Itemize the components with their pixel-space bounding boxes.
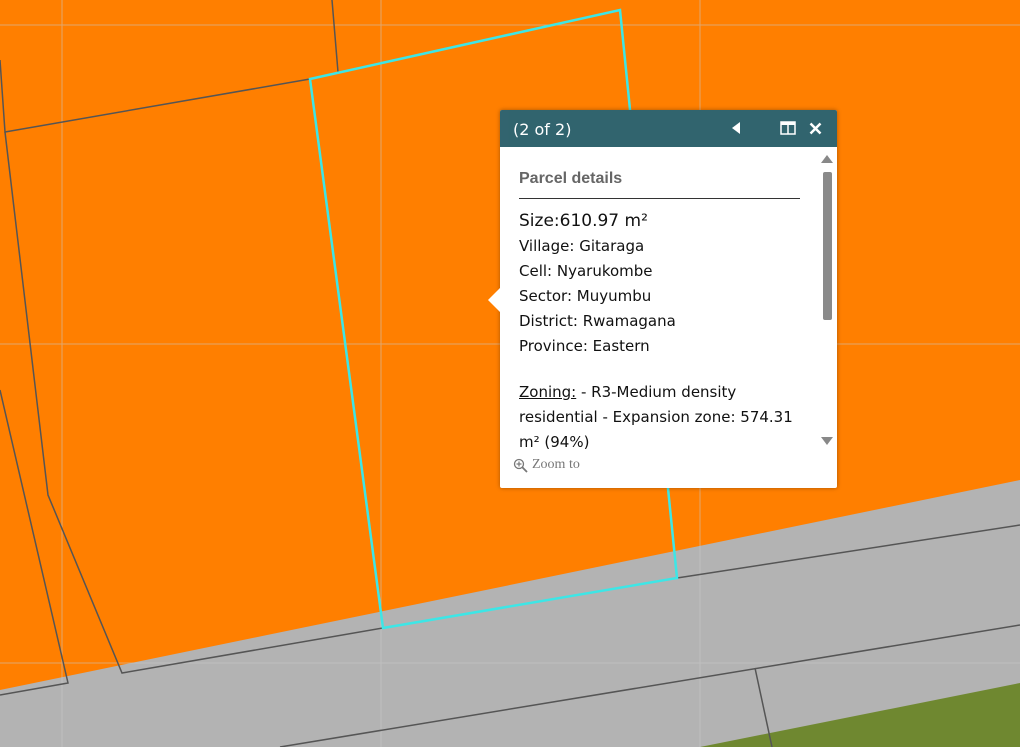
size-label: Size: bbox=[519, 211, 560, 231]
size-row: Size:610.97 m² bbox=[519, 211, 800, 231]
field-value: Nyarukombe bbox=[556, 262, 653, 280]
field-value: Muyumbu bbox=[576, 287, 652, 305]
popup-content[interactable]: Parcel details Size:610.97 m² Village: G… bbox=[519, 162, 800, 454]
scroll-thumb[interactable] bbox=[823, 172, 832, 320]
zoom-to-label: Zoom to bbox=[532, 457, 580, 472]
close-icon bbox=[809, 122, 821, 134]
previous-feature-button[interactable] bbox=[726, 118, 746, 138]
content-title: Parcel details bbox=[519, 170, 800, 199]
zoom-to-link[interactable]: Zoom to bbox=[513, 457, 580, 473]
scroll-up-arrow-icon[interactable] bbox=[820, 152, 834, 166]
triangle-left-icon bbox=[732, 122, 740, 134]
popup-header: (2 of 2) bbox=[500, 110, 837, 147]
field-label: Province: bbox=[519, 337, 588, 355]
field-label: Sector: bbox=[519, 287, 573, 305]
zoning-info: Zoning: - R3-Medium density residential … bbox=[519, 380, 800, 454]
field-cell: Cell: Nyarukombe bbox=[519, 262, 800, 281]
popup-scrollbar[interactable] bbox=[820, 152, 834, 452]
scroll-down-arrow-icon[interactable] bbox=[820, 434, 834, 448]
zoning-label: Zoning: bbox=[519, 383, 577, 401]
field-province: Province: Eastern bbox=[519, 337, 800, 356]
field-village: Village: Gitaraga bbox=[519, 237, 800, 256]
field-label: Village: bbox=[519, 237, 575, 255]
field-label: District: bbox=[519, 312, 578, 330]
maximize-button[interactable] bbox=[778, 118, 798, 138]
field-value: Eastern bbox=[592, 337, 650, 355]
field-sector: Sector: Muyumbu bbox=[519, 287, 800, 306]
popup-pointer bbox=[488, 288, 500, 312]
field-value: Gitaraga bbox=[579, 237, 645, 255]
close-button[interactable] bbox=[805, 118, 825, 138]
field-label: Cell: bbox=[519, 262, 553, 280]
zoom-in-icon bbox=[513, 458, 528, 473]
window-maximize-icon bbox=[780, 121, 796, 135]
field-value: Rwamagana bbox=[582, 312, 676, 330]
field-district: District: Rwamagana bbox=[519, 312, 800, 331]
popup-title: (2 of 2) bbox=[513, 120, 572, 139]
parcel-popup: (2 of 2) Parcel details Size:610.97 m² V… bbox=[488, 110, 837, 488]
size-value: 610.97 m² bbox=[559, 211, 648, 231]
